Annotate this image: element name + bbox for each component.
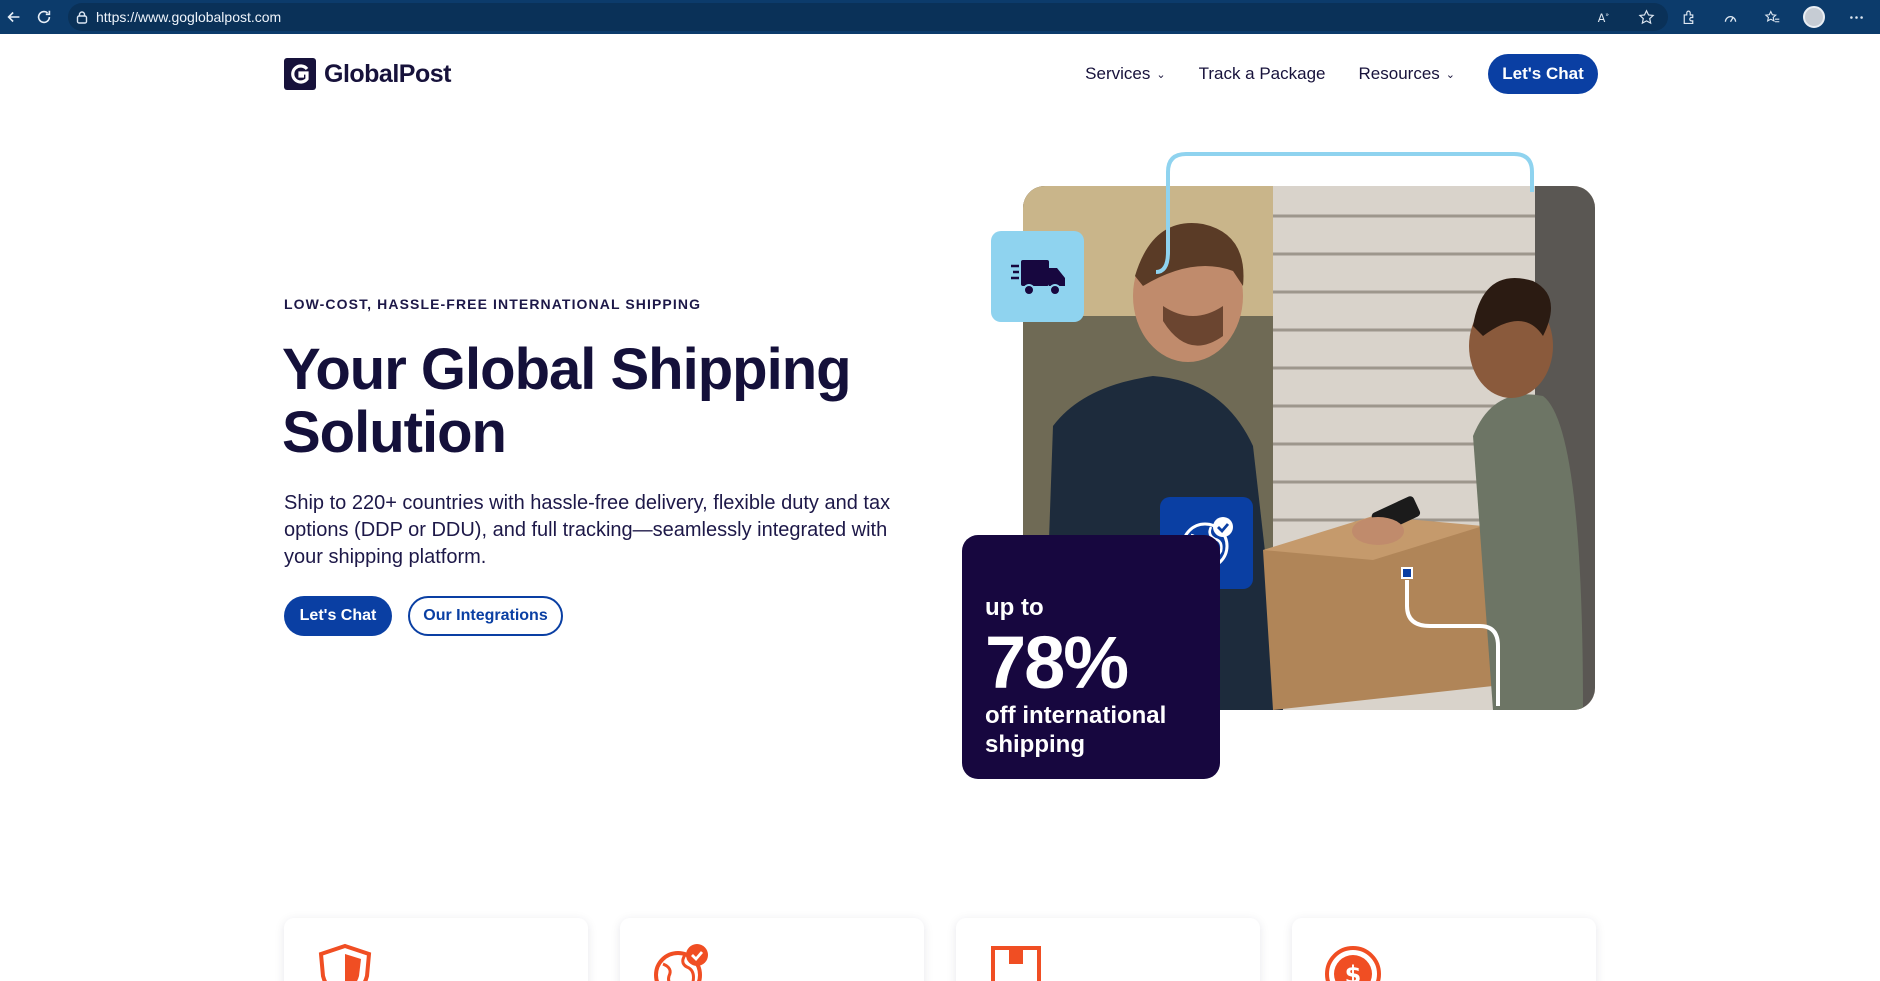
- globe-check-icon: [654, 944, 708, 981]
- feature-card[interactable]: [284, 918, 588, 981]
- nav-track-package[interactable]: Track a Package: [1199, 64, 1326, 84]
- hero-collage: up to 78% off international shipping: [960, 150, 1600, 790]
- url-text: https://www.goglobalpost.com: [96, 9, 282, 25]
- logo-mark-icon: [284, 58, 316, 90]
- favorites-icon[interactable]: [1760, 5, 1784, 29]
- chevron-down-icon: ⌄: [1445, 68, 1455, 81]
- address-bar[interactable]: https://www.goglobalpost.com: [68, 3, 1668, 31]
- browser-toolbar: https://www.goglobalpost.com A»: [0, 0, 1880, 34]
- feature-cards: $: [284, 918, 1596, 981]
- performance-icon[interactable]: [1718, 5, 1742, 29]
- profile-avatar[interactable]: [1802, 5, 1826, 29]
- nav-resources[interactable]: Resources ⌄: [1359, 64, 1455, 84]
- main-nav: Services ⌄ Track a Package Resources ⌄ L…: [1085, 54, 1598, 94]
- star-icon[interactable]: [1634, 5, 1658, 29]
- dollar-icon: $: [1325, 946, 1381, 981]
- chevron-down-icon: ⌄: [1156, 68, 1166, 81]
- extensions-icon[interactable]: [1676, 5, 1700, 29]
- svg-text:»: »: [1605, 11, 1609, 18]
- refresh-icon[interactable]: [30, 3, 58, 31]
- hero-headline: Your Global Shipping Solution: [282, 337, 852, 465]
- hero-chat-button[interactable]: Let's Chat: [284, 596, 392, 636]
- nav-track-label: Track a Package: [1198, 64, 1326, 83]
- feature-card[interactable]: [620, 918, 924, 981]
- discount-promo-card: up to 78% off international shipping: [962, 535, 1220, 779]
- hero-cta-row: Let's Chat Our Integrations: [284, 596, 563, 636]
- integrations-button[interactable]: Our Integrations: [408, 596, 563, 636]
- feature-card[interactable]: [956, 918, 1260, 981]
- promo-percent: 78%: [985, 621, 1129, 704]
- box-icon: [991, 946, 1041, 981]
- decorative-route-line: [1401, 567, 1500, 706]
- feature-card[interactable]: $: [1292, 918, 1596, 981]
- svg-text:$: $: [1345, 961, 1362, 981]
- shield-icon: [318, 943, 372, 981]
- truck-icon: [991, 231, 1084, 322]
- site-logo[interactable]: GlobalPost: [284, 58, 451, 90]
- nav-resources-label: Resources: [1358, 64, 1440, 83]
- logo-text: GlobalPost: [324, 59, 451, 88]
- nav-services[interactable]: Services ⌄: [1085, 64, 1165, 84]
- more-icon[interactable]: [1844, 5, 1868, 29]
- decorative-track-line: [1156, 152, 1534, 274]
- header-chat-button[interactable]: Let's Chat: [1488, 54, 1598, 94]
- hero-eyebrow: LOW-COST, HASSLE-FREE INTERNATIONAL SHIP…: [284, 296, 702, 312]
- promo-line-1: up to: [985, 594, 1044, 621]
- read-aloud-icon[interactable]: A»: [1592, 5, 1616, 29]
- lock-icon[interactable]: [68, 10, 96, 24]
- nav-services-label: Services: [1085, 64, 1151, 83]
- hero-description: Ship to 220+ countries with hassle-free …: [284, 492, 891, 568]
- back-icon[interactable]: [0, 3, 28, 31]
- promo-line-3: off international shipping: [985, 702, 1167, 758]
- svg-text:A: A: [1597, 11, 1605, 24]
